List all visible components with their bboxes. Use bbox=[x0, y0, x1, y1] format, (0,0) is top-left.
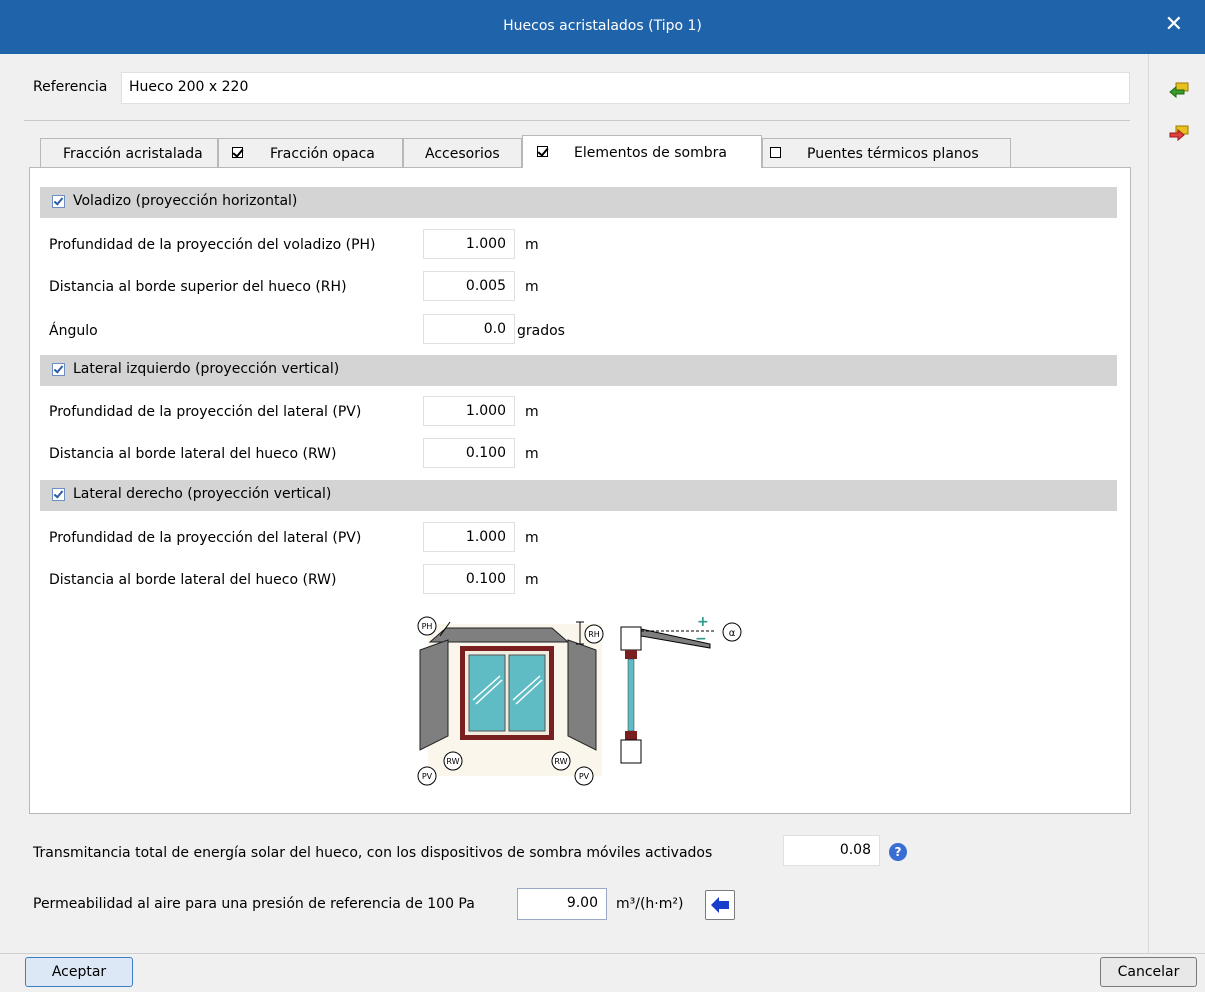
tab-fraccion-acristalada[interactable]: Fracción acristalada bbox=[40, 138, 218, 167]
rw-right-label: RW bbox=[554, 757, 567, 766]
section-title: Lateral izquierdo (proyección vertical) bbox=[73, 361, 340, 377]
rh-input[interactable]: 0.005 bbox=[423, 271, 515, 301]
section-top-frame bbox=[625, 650, 637, 659]
angle-label: α bbox=[729, 628, 736, 639]
field-unit: m bbox=[525, 446, 539, 462]
section-lateral-derecho: Lateral derecho (proyección vertical) bbox=[40, 480, 1117, 511]
lateral-derecho-checkbox[interactable] bbox=[52, 488, 65, 501]
tab-checkbox[interactable] bbox=[232, 147, 243, 158]
tab-checkbox[interactable] bbox=[770, 147, 781, 158]
tab-accesorios[interactable]: Accesorios bbox=[403, 138, 522, 167]
pv-right-label: PV bbox=[579, 772, 590, 781]
section-top-block bbox=[620, 626, 642, 651]
section-voladizo: Voladizo (proyección horizontal) bbox=[40, 187, 1117, 218]
angle-minus: − bbox=[695, 631, 707, 647]
angle-plus: + bbox=[697, 614, 709, 630]
import-arrow-icon[interactable] bbox=[1168, 81, 1190, 99]
reference-label: Referencia bbox=[33, 79, 108, 95]
arrow-left-button[interactable] bbox=[705, 890, 735, 920]
field-unit: grados bbox=[517, 323, 565, 339]
side-toolbar bbox=[1148, 54, 1198, 953]
field-value: 0.08 bbox=[839, 842, 871, 858]
section-glass bbox=[627, 658, 635, 732]
field-unit: m bbox=[525, 237, 539, 253]
section-bottom-block bbox=[620, 739, 642, 764]
cancel-button[interactable]: Cancelar bbox=[1100, 957, 1197, 987]
transmitancia-label: Transmitancia total de energía solar del… bbox=[33, 845, 713, 861]
overhang-shape bbox=[428, 627, 570, 643]
export-arrow-icon[interactable] bbox=[1168, 124, 1190, 142]
field-value: 1.000 bbox=[465, 403, 506, 419]
accept-button[interactable]: Aceptar bbox=[25, 957, 133, 987]
rw-left-input[interactable]: 0.100 bbox=[423, 438, 515, 468]
left-fin-shape bbox=[419, 639, 449, 751]
voladizo-checkbox[interactable] bbox=[52, 195, 65, 208]
field-value: 9.00 bbox=[566, 895, 598, 911]
pv-left-label: PV bbox=[422, 772, 433, 781]
transmitancia-input[interactable]: 0.08 bbox=[783, 835, 880, 866]
rw-left-label: RW bbox=[446, 757, 459, 766]
field-value: 1.000 bbox=[465, 529, 506, 545]
field-unit: m bbox=[525, 530, 539, 546]
rw-right-input[interactable]: 0.100 bbox=[423, 564, 515, 594]
tab-fraccion-opaca[interactable]: Fracción opaca bbox=[218, 138, 403, 167]
section-lateral-izquierdo: Lateral izquierdo (proyección vertical) bbox=[40, 355, 1117, 386]
section-bottom-frame bbox=[625, 731, 637, 740]
permeabilidad-unit: m³/(h·m²) bbox=[616, 896, 684, 912]
section-title: Lateral derecho (proyección vertical) bbox=[73, 486, 332, 502]
field-unit: m bbox=[525, 572, 539, 588]
permeabilidad-label: Permeabilidad al aire para una presión d… bbox=[33, 896, 475, 912]
field-value: 0.005 bbox=[465, 278, 506, 294]
right-fin-shape bbox=[567, 639, 597, 751]
field-label: Profundidad de la proyección del lateral… bbox=[49, 404, 362, 420]
tab-puentes-termicos-planos[interactable]: Puentes térmicos planos bbox=[762, 138, 1011, 167]
rh-label: RH bbox=[588, 630, 600, 639]
field-label: Ángulo bbox=[49, 323, 98, 339]
bottom-bar bbox=[0, 953, 1205, 992]
arrow-left-icon bbox=[711, 897, 729, 913]
field-label: Profundidad de la proyección del voladiz… bbox=[49, 237, 376, 253]
field-value: 0.100 bbox=[465, 571, 506, 587]
reference-value: Hueco 200 x 220 bbox=[129, 79, 249, 95]
tab-checkbox[interactable] bbox=[537, 146, 548, 157]
window-title: Huecos acristalados (Tipo 1) bbox=[503, 18, 702, 34]
field-label: Profundidad de la proyección del lateral… bbox=[49, 530, 362, 546]
tab-label: Elementos de sombra bbox=[574, 145, 727, 161]
ph-input[interactable]: 1.000 bbox=[423, 229, 515, 259]
shading-diagram: PH RH PV RW RW PV + − α bbox=[417, 614, 742, 786]
pv-left-input[interactable]: 1.000 bbox=[423, 396, 515, 426]
ph-label: PH bbox=[422, 622, 433, 631]
field-label: Distancia al borde lateral del hueco (RW… bbox=[49, 446, 337, 462]
tab-label: Accesorios bbox=[425, 146, 500, 162]
field-label: Distancia al borde superior del hueco (R… bbox=[49, 279, 347, 295]
lateral-izquierdo-checkbox[interactable] bbox=[52, 363, 65, 376]
help-icon[interactable]: ? bbox=[889, 843, 907, 861]
tab-label: Fracción opaca bbox=[270, 146, 375, 162]
permeabilidad-input[interactable]: 9.00 bbox=[517, 888, 607, 920]
tab-label: Puentes térmicos planos bbox=[807, 146, 979, 162]
tab-label: Fracción acristalada bbox=[63, 146, 203, 162]
reference-input[interactable]: Hueco 200 x 220 bbox=[121, 72, 1130, 104]
field-unit: m bbox=[525, 404, 539, 420]
field-value: 0.0 bbox=[483, 321, 506, 337]
tab-elementos-de-sombra[interactable]: Elementos de sombra bbox=[522, 135, 762, 168]
pv-right-input[interactable]: 1.000 bbox=[423, 522, 515, 552]
field-value: 0.100 bbox=[465, 445, 506, 461]
section-title: Voladizo (proyección horizontal) bbox=[73, 193, 298, 209]
divider bbox=[24, 120, 1130, 121]
angle-input[interactable]: 0.0 bbox=[423, 314, 515, 344]
field-unit: m bbox=[525, 279, 539, 295]
close-icon[interactable]: ✕ bbox=[1165, 12, 1183, 38]
field-value: 1.000 bbox=[465, 236, 506, 252]
title-bar: Huecos acristalados (Tipo 1) ✕ bbox=[0, 0, 1205, 54]
field-label: Distancia al borde lateral del hueco (RW… bbox=[49, 572, 337, 588]
